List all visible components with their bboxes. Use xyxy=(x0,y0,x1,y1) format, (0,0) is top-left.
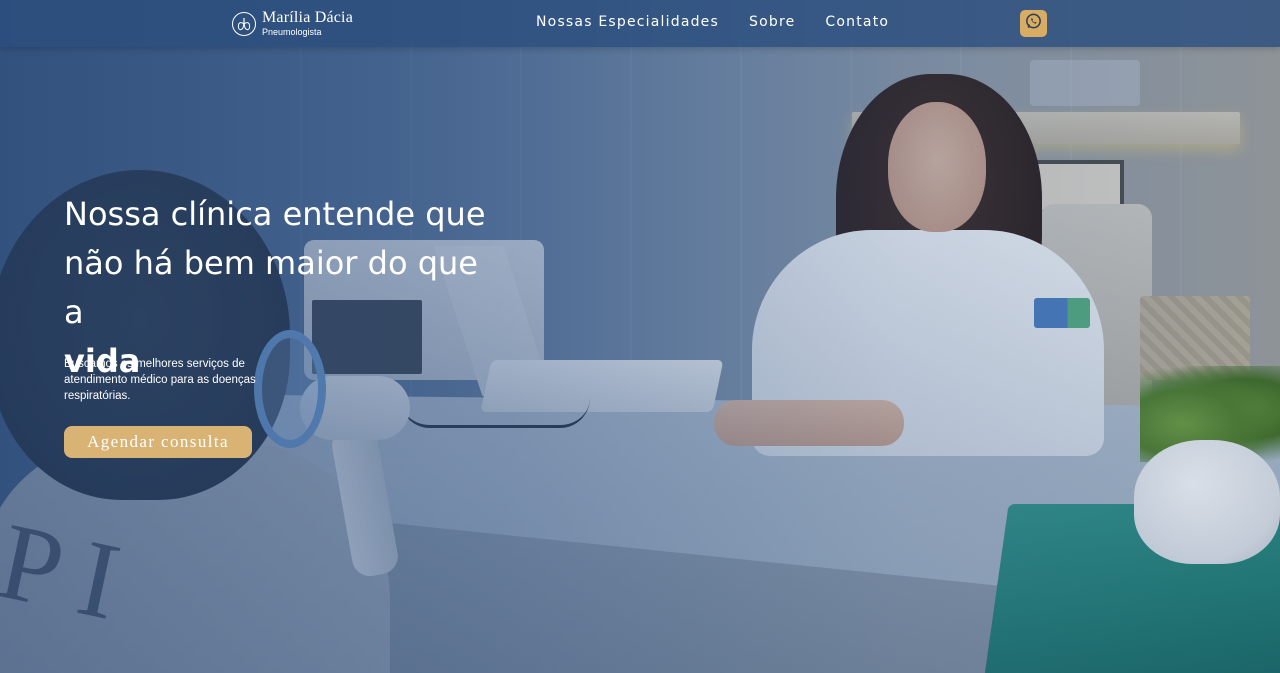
whatsapp-button[interactable] xyxy=(1020,10,1047,37)
navbar: Marília Dácia Pneumologista Nossas Espec… xyxy=(0,0,1280,47)
lungs-icon xyxy=(232,11,256,36)
whatsapp-icon xyxy=(1024,12,1043,36)
nav-link-sobre[interactable]: Sobre xyxy=(749,14,795,30)
main-nav: Nossas Especialidades Sobre Contato xyxy=(536,14,889,30)
nav-link-contato[interactable]: Contato xyxy=(825,14,889,30)
hero-description: Buscamos os melhores serviços de atendim… xyxy=(64,358,256,402)
nav-link-especialidades[interactable]: Nossas Especialidades xyxy=(536,14,719,30)
brand-logo[interactable]: Marília Dácia Pneumologista xyxy=(232,9,353,38)
hero-title-line-2: não há bem maior do que a xyxy=(64,244,478,331)
brand-subtitle: Pneumologista xyxy=(262,27,322,37)
brand-name: Marília Dácia xyxy=(262,9,353,26)
hero-title-line-1: Nossa clínica entende que xyxy=(64,195,486,233)
schedule-appointment-button[interactable]: Agendar consulta xyxy=(64,426,252,458)
